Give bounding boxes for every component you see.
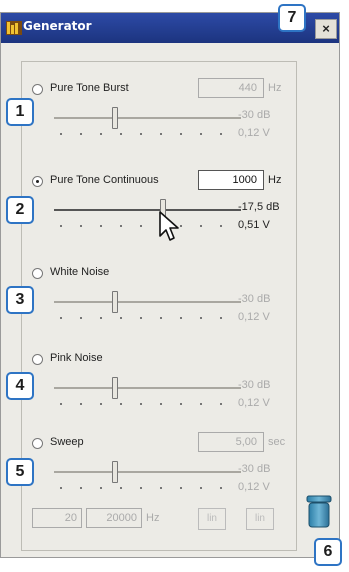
slider-thumb[interactable]: [112, 377, 118, 399]
sweep-time-unit: sec: [268, 436, 286, 448]
sweep-unit: Hz: [146, 512, 160, 524]
callout-6: 6: [314, 538, 342, 566]
sweep-from-input[interactable]: 20: [32, 508, 82, 528]
label-white-noise: White Noise: [50, 266, 110, 278]
callout-1: 1: [6, 98, 34, 126]
slider-track[interactable]: [54, 387, 241, 389]
callout-2: 2: [6, 196, 34, 224]
callout-7: 7: [278, 4, 306, 32]
window-title: Generator: [23, 19, 92, 33]
sweep-to-input[interactable]: 20000: [86, 508, 142, 528]
close-icon: ×: [322, 21, 330, 36]
radio-sweep[interactable]: [32, 438, 43, 449]
slider-thumb[interactable]: [112, 291, 118, 313]
freq-input-pure-tone-continuous[interactable]: 1000: [198, 170, 264, 190]
row-pure-tone-burst: Pure Tone Burst 440 Hz -30 dB 0,12 V: [0, 78, 349, 168]
label-pure-tone-continuous: Pure Tone Continuous: [50, 174, 159, 186]
label-sweep: Sweep: [50, 436, 84, 448]
trash-icon[interactable]: [306, 492, 332, 528]
sweep-lin-button-2[interactable]: lin: [246, 508, 274, 530]
volt-readout: 0,12 V: [238, 481, 270, 493]
label-pure-tone-burst: Pure Tone Burst: [50, 82, 129, 94]
volt-readout: 0,12 V: [238, 311, 270, 323]
volt-readout: 0,12 V: [238, 127, 270, 139]
freq-input-pure-tone-burst[interactable]: 440: [198, 78, 264, 98]
db-readout: -30 dB: [238, 463, 271, 475]
row-pink-noise: Pink Noise -30 dB 0,12 V: [0, 348, 349, 438]
label-pink-noise: Pink Noise: [50, 352, 103, 364]
sweep-lin-button-1[interactable]: lin: [198, 508, 226, 530]
freq-unit: Hz: [268, 174, 282, 186]
db-readout: -30 dB: [238, 109, 271, 121]
row-white-noise: White Noise -30 dB 0,12 V: [0, 262, 349, 352]
db-readout: -30 dB: [238, 293, 271, 305]
db-readout: -17,5 dB: [238, 201, 280, 213]
slider-track[interactable]: [54, 471, 241, 473]
callout-5: 5: [6, 458, 34, 486]
slider-track[interactable]: [54, 301, 241, 303]
volt-readout: 0,51 V: [238, 219, 270, 231]
mouse-pointer-icon: [159, 211, 179, 241]
slider-track[interactable]: [54, 209, 241, 211]
radio-pink-noise[interactable]: [32, 354, 43, 365]
slider-thumb[interactable]: [112, 107, 118, 129]
radio-pure-tone-continuous[interactable]: [32, 176, 43, 187]
callout-3: 3: [6, 286, 34, 314]
freq-unit: Hz: [268, 82, 282, 94]
close-button[interactable]: ×: [315, 19, 337, 39]
radio-pure-tone-burst[interactable]: [32, 84, 43, 95]
slider-track[interactable]: [54, 117, 241, 119]
volt-readout: 0,12 V: [238, 397, 270, 409]
db-readout: -30 dB: [238, 379, 271, 391]
slider-thumb[interactable]: [112, 461, 118, 483]
app-icon: [6, 21, 22, 35]
callout-4: 4: [6, 372, 34, 400]
radio-white-noise[interactable]: [32, 268, 43, 279]
sweep-time-input[interactable]: 5,00: [198, 432, 264, 452]
